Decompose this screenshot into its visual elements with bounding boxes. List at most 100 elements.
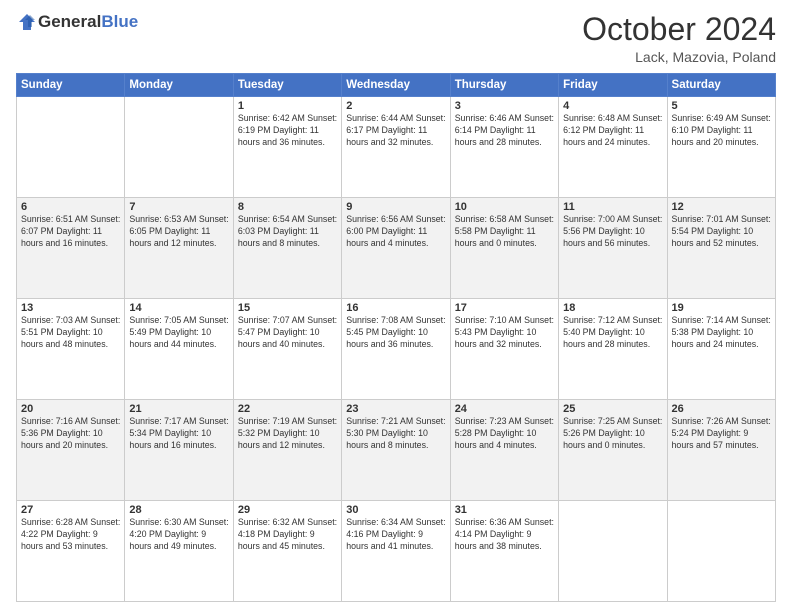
calendar-cell: 2Sunrise: 6:44 AM Sunset: 6:17 PM Daylig… (342, 97, 450, 198)
day-number: 17 (455, 302, 554, 314)
weekday-header-row: SundayMondayTuesdayWednesdayThursdayFrid… (17, 74, 776, 97)
calendar-cell: 4Sunrise: 6:48 AM Sunset: 6:12 PM Daylig… (559, 97, 667, 198)
weekday-header-cell: Sunday (17, 74, 125, 97)
day-info: Sunrise: 7:26 AM Sunset: 5:24 PM Dayligh… (672, 416, 771, 452)
day-number: 11 (563, 201, 662, 213)
day-info: Sunrise: 6:42 AM Sunset: 6:19 PM Dayligh… (238, 113, 337, 149)
calendar: SundayMondayTuesdayWednesdayThursdayFrid… (16, 73, 776, 602)
calendar-cell: 9Sunrise: 6:56 AM Sunset: 6:00 PM Daylig… (342, 198, 450, 299)
day-number: 20 (21, 403, 120, 415)
day-info: Sunrise: 7:05 AM Sunset: 5:49 PM Dayligh… (129, 315, 228, 351)
day-number: 30 (346, 504, 445, 516)
calendar-cell: 29Sunrise: 6:32 AM Sunset: 4:18 PM Dayli… (233, 501, 341, 602)
calendar-week-row: 1Sunrise: 6:42 AM Sunset: 6:19 PM Daylig… (17, 97, 776, 198)
day-number: 28 (129, 504, 228, 516)
weekday-header-cell: Friday (559, 74, 667, 97)
day-info: Sunrise: 7:19 AM Sunset: 5:32 PM Dayligh… (238, 416, 337, 452)
calendar-cell (125, 97, 233, 198)
calendar-week-row: 13Sunrise: 7:03 AM Sunset: 5:51 PM Dayli… (17, 299, 776, 400)
calendar-cell (559, 501, 667, 602)
weekday-header-cell: Wednesday (342, 74, 450, 97)
calendar-cell: 5Sunrise: 6:49 AM Sunset: 6:10 PM Daylig… (667, 97, 775, 198)
calendar-cell: 26Sunrise: 7:26 AM Sunset: 5:24 PM Dayli… (667, 400, 775, 501)
day-info: Sunrise: 7:01 AM Sunset: 5:54 PM Dayligh… (672, 214, 771, 250)
calendar-body: 1Sunrise: 6:42 AM Sunset: 6:19 PM Daylig… (17, 97, 776, 602)
calendar-cell: 23Sunrise: 7:21 AM Sunset: 5:30 PM Dayli… (342, 400, 450, 501)
day-number: 22 (238, 403, 337, 415)
day-info: Sunrise: 6:49 AM Sunset: 6:10 PM Dayligh… (672, 113, 771, 149)
logo-icon (18, 13, 36, 31)
location-title: Lack, Mazovia, Poland (582, 49, 776, 65)
day-number: 24 (455, 403, 554, 415)
day-info: Sunrise: 6:36 AM Sunset: 4:14 PM Dayligh… (455, 517, 554, 553)
calendar-cell: 22Sunrise: 7:19 AM Sunset: 5:32 PM Dayli… (233, 400, 341, 501)
calendar-cell: 7Sunrise: 6:53 AM Sunset: 6:05 PM Daylig… (125, 198, 233, 299)
day-info: Sunrise: 6:51 AM Sunset: 6:07 PM Dayligh… (21, 214, 120, 250)
day-number: 13 (21, 302, 120, 314)
day-info: Sunrise: 7:14 AM Sunset: 5:38 PM Dayligh… (672, 315, 771, 351)
day-number: 27 (21, 504, 120, 516)
calendar-cell: 24Sunrise: 7:23 AM Sunset: 5:28 PM Dayli… (450, 400, 558, 501)
day-number: 16 (346, 302, 445, 314)
weekday-header-cell: Saturday (667, 74, 775, 97)
page: GeneralBlue October 2024 Lack, Mazovia, … (0, 0, 792, 612)
day-info: Sunrise: 7:16 AM Sunset: 5:36 PM Dayligh… (21, 416, 120, 452)
calendar-week-row: 6Sunrise: 6:51 AM Sunset: 6:07 PM Daylig… (17, 198, 776, 299)
day-number: 25 (563, 403, 662, 415)
day-info: Sunrise: 7:12 AM Sunset: 5:40 PM Dayligh… (563, 315, 662, 351)
day-info: Sunrise: 7:25 AM Sunset: 5:26 PM Dayligh… (563, 416, 662, 452)
day-info: Sunrise: 6:28 AM Sunset: 4:22 PM Dayligh… (21, 517, 120, 553)
day-number: 14 (129, 302, 228, 314)
day-info: Sunrise: 7:08 AM Sunset: 5:45 PM Dayligh… (346, 315, 445, 351)
calendar-cell: 30Sunrise: 6:34 AM Sunset: 4:16 PM Dayli… (342, 501, 450, 602)
day-info: Sunrise: 6:53 AM Sunset: 6:05 PM Dayligh… (129, 214, 228, 250)
month-title: October 2024 (582, 12, 776, 47)
day-info: Sunrise: 6:46 AM Sunset: 6:14 PM Dayligh… (455, 113, 554, 149)
day-info: Sunrise: 6:56 AM Sunset: 6:00 PM Dayligh… (346, 214, 445, 250)
day-info: Sunrise: 6:58 AM Sunset: 5:58 PM Dayligh… (455, 214, 554, 250)
calendar-cell: 18Sunrise: 7:12 AM Sunset: 5:40 PM Dayli… (559, 299, 667, 400)
day-number: 7 (129, 201, 228, 213)
calendar-cell: 6Sunrise: 6:51 AM Sunset: 6:07 PM Daylig… (17, 198, 125, 299)
day-info: Sunrise: 7:10 AM Sunset: 5:43 PM Dayligh… (455, 315, 554, 351)
calendar-cell: 13Sunrise: 7:03 AM Sunset: 5:51 PM Dayli… (17, 299, 125, 400)
day-number: 15 (238, 302, 337, 314)
day-info: Sunrise: 6:48 AM Sunset: 6:12 PM Dayligh… (563, 113, 662, 149)
calendar-cell: 31Sunrise: 6:36 AM Sunset: 4:14 PM Dayli… (450, 501, 558, 602)
title-block: October 2024 Lack, Mazovia, Poland (582, 12, 776, 65)
day-number: 21 (129, 403, 228, 415)
day-number: 29 (238, 504, 337, 516)
day-number: 8 (238, 201, 337, 213)
calendar-week-row: 27Sunrise: 6:28 AM Sunset: 4:22 PM Dayli… (17, 501, 776, 602)
day-number: 26 (672, 403, 771, 415)
calendar-cell: 27Sunrise: 6:28 AM Sunset: 4:22 PM Dayli… (17, 501, 125, 602)
weekday-header-cell: Thursday (450, 74, 558, 97)
day-number: 4 (563, 100, 662, 112)
day-info: Sunrise: 6:30 AM Sunset: 4:20 PM Dayligh… (129, 517, 228, 553)
day-info: Sunrise: 7:03 AM Sunset: 5:51 PM Dayligh… (21, 315, 120, 351)
calendar-cell: 19Sunrise: 7:14 AM Sunset: 5:38 PM Dayli… (667, 299, 775, 400)
calendar-cell (17, 97, 125, 198)
calendar-cell: 14Sunrise: 7:05 AM Sunset: 5:49 PM Dayli… (125, 299, 233, 400)
day-info: Sunrise: 6:54 AM Sunset: 6:03 PM Dayligh… (238, 214, 337, 250)
calendar-cell: 3Sunrise: 6:46 AM Sunset: 6:14 PM Daylig… (450, 97, 558, 198)
logo: GeneralBlue (16, 12, 138, 32)
day-info: Sunrise: 6:34 AM Sunset: 4:16 PM Dayligh… (346, 517, 445, 553)
day-info: Sunrise: 7:21 AM Sunset: 5:30 PM Dayligh… (346, 416, 445, 452)
day-info: Sunrise: 7:23 AM Sunset: 5:28 PM Dayligh… (455, 416, 554, 452)
calendar-cell: 17Sunrise: 7:10 AM Sunset: 5:43 PM Dayli… (450, 299, 558, 400)
calendar-cell (667, 501, 775, 602)
calendar-cell: 10Sunrise: 6:58 AM Sunset: 5:58 PM Dayli… (450, 198, 558, 299)
day-number: 18 (563, 302, 662, 314)
day-info: Sunrise: 7:17 AM Sunset: 5:34 PM Dayligh… (129, 416, 228, 452)
calendar-cell: 8Sunrise: 6:54 AM Sunset: 6:03 PM Daylig… (233, 198, 341, 299)
logo-blue: Blue (101, 12, 138, 31)
weekday-header-cell: Monday (125, 74, 233, 97)
calendar-cell: 21Sunrise: 7:17 AM Sunset: 5:34 PM Dayli… (125, 400, 233, 501)
day-info: Sunrise: 6:32 AM Sunset: 4:18 PM Dayligh… (238, 517, 337, 553)
day-number: 31 (455, 504, 554, 516)
day-number: 5 (672, 100, 771, 112)
calendar-cell: 25Sunrise: 7:25 AM Sunset: 5:26 PM Dayli… (559, 400, 667, 501)
calendar-cell: 11Sunrise: 7:00 AM Sunset: 5:56 PM Dayli… (559, 198, 667, 299)
day-number: 10 (455, 201, 554, 213)
